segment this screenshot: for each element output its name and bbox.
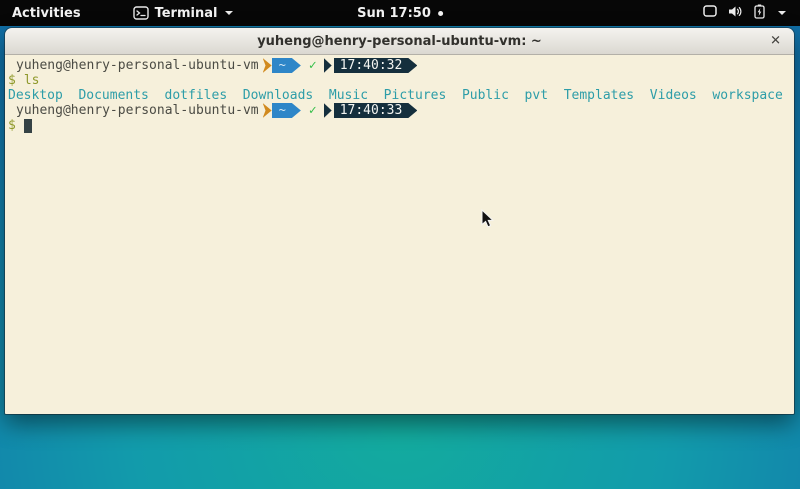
clock-label: Sun 17:50 — [357, 6, 431, 21]
window-title: yuheng@henry-personal-ubuntu-vm: ~ — [257, 34, 542, 49]
checkmark-icon: ✓ — [309, 58, 317, 73]
powerline-chevron-icon — [263, 58, 272, 73]
powerline-arrow-icon — [324, 58, 332, 73]
terminal-icon — [133, 6, 149, 20]
prompt-user-host: yuheng@henry-personal-ubuntu-vm — [16, 58, 259, 73]
app-menu-label: Terminal — [155, 6, 218, 21]
window-titlebar[interactable]: yuheng@henry-personal-ubuntu-vm: ~ ✕ — [5, 28, 794, 55]
terminal-window: yuheng@henry-personal-ubuntu-vm: ~ ✕ yuh… — [5, 28, 794, 414]
checkmark-icon: ✓ — [309, 103, 317, 118]
powerline-arrow-icon — [324, 103, 332, 118]
powerline-time-segment: 17:40:33 — [334, 103, 418, 118]
text-cursor — [24, 119, 32, 133]
battery-charging-icon — [754, 4, 765, 23]
powerline-cwd-segment: ~ — [272, 58, 301, 73]
chevron-down-icon — [778, 11, 786, 15]
prompt-symbol: $ — [8, 73, 16, 88]
top-bar: Activities Terminal Sun 17:50 — [0, 0, 800, 26]
command-line: $ ls — [5, 73, 794, 88]
terminal-content[interactable]: yuheng@henry-personal-ubuntu-vm ~ ✓ 17:4… — [5, 55, 794, 414]
close-button[interactable]: ✕ — [770, 34, 781, 49]
input-line[interactable]: $ — [5, 118, 794, 133]
notification-dot-icon — [438, 11, 443, 16]
chevron-down-icon — [225, 11, 233, 15]
activities-button[interactable]: Activities — [0, 0, 93, 26]
prompt-timestamp: 17:40:32 — [340, 58, 403, 73]
clock-button[interactable]: Sun 17:50 — [357, 0, 443, 26]
display-icon — [703, 5, 717, 21]
prompt-timestamp: 17:40:33 — [340, 103, 403, 118]
ls-output-line: Desktop Documents dotfiles Downloads Mus… — [5, 88, 794, 103]
desktop: { "top_bar": { "activities": "Activities… — [0, 0, 800, 489]
prompt-cwd: ~ — [279, 58, 286, 73]
app-menu-terminal[interactable]: Terminal — [121, 0, 246, 26]
prompt-user-host: yuheng@henry-personal-ubuntu-vm — [16, 103, 259, 118]
powerline-time-segment: 17:40:32 — [334, 58, 418, 73]
typed-command: ls — [24, 73, 40, 88]
powerline-chevron-icon — [263, 103, 272, 118]
prompt-line-2: yuheng@henry-personal-ubuntu-vm ~ ✓ 17:4… — [5, 103, 794, 118]
powerline-cwd-segment: ~ — [272, 103, 301, 118]
prompt-symbol: $ — [8, 118, 16, 133]
volume-icon — [728, 5, 743, 22]
system-status-area[interactable] — [695, 0, 794, 26]
prompt-cwd: ~ — [279, 103, 286, 118]
prompt-line-1: yuheng@henry-personal-ubuntu-vm ~ ✓ 17:4… — [5, 58, 794, 73]
